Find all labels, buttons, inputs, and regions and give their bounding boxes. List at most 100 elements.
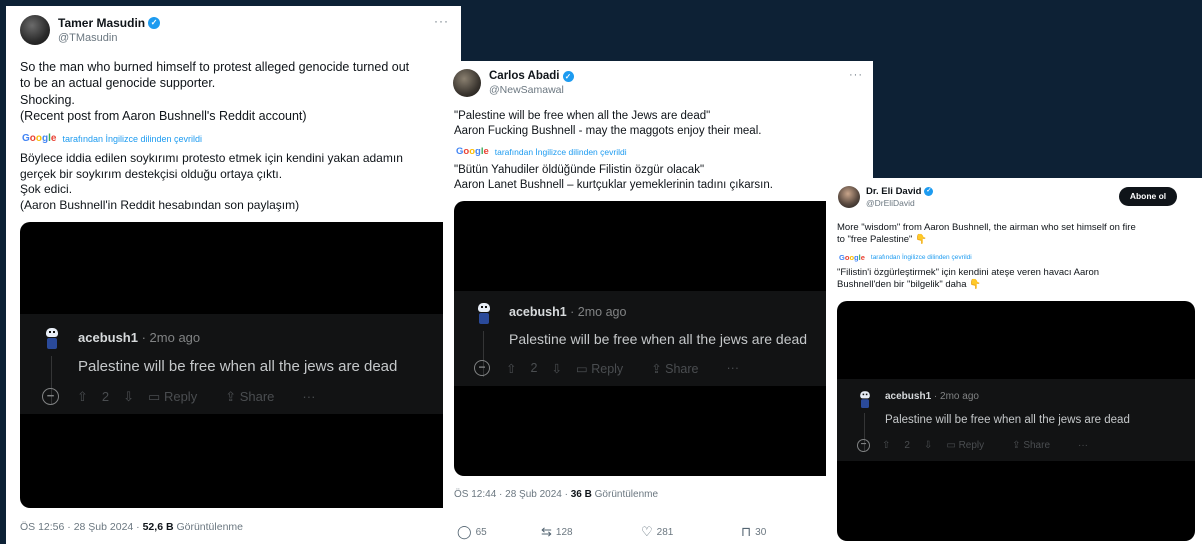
- more-action: ···: [302, 389, 316, 404]
- view-count: 36 B: [570, 489, 592, 500]
- reddit-action-bar: − ⇧ 2 ⇩ ▭ Reply ⇪ Share ···: [474, 360, 753, 376]
- tweet-line: Aaron Fucking Bushnell - may the maggots…: [454, 124, 762, 137]
- more-action: ···: [1078, 440, 1089, 451]
- author-name[interactable]: Dr. Eli David: [866, 186, 921, 197]
- reddit-screenshot-media[interactable]: acebush1 · 2mo ago Palestine will be fre…: [20, 222, 461, 508]
- google-logo: Google: [22, 133, 57, 144]
- reply-action: ▭ Reply: [946, 440, 985, 451]
- translation-attribution[interactable]: Google tarafından İngilizce dilinden çev…: [839, 253, 972, 262]
- tweet-line: Böylece iddia edilen soykırımı protesto …: [20, 151, 403, 165]
- reddit-comment-text: Palestine will be free when all the jews…: [78, 358, 398, 375]
- share-action: ⇪ Share: [651, 361, 699, 376]
- author-handle[interactable]: @DrEliDavid: [866, 198, 933, 208]
- translation-attribution[interactable]: Google tarafından İngilizce dilinden çev…: [456, 146, 627, 157]
- upvote-icon: ⇧: [506, 361, 517, 376]
- tweet-line: (Recent post from Aaron Bushnell's Reddi…: [20, 108, 307, 123]
- vote-count: 2: [530, 361, 538, 375]
- view-count: 52,6 B: [142, 521, 174, 533]
- follow-button[interactable]: Abone ol: [1119, 187, 1177, 206]
- repost-icon: ⇆: [541, 524, 552, 539]
- translation-note: tarafından İngilizce dilinden çevrildi: [870, 254, 972, 261]
- tweet-line: So the man who burned himself to protest…: [20, 60, 410, 74]
- verified-badge-icon: ✓: [148, 17, 161, 29]
- avatar[interactable]: [838, 186, 860, 208]
- tweet-line: Bushnell'den bir "bilgelik" daha 👇: [837, 279, 981, 291]
- tweet-text-original: "Palestine will be free when all the Jew…: [454, 109, 761, 139]
- more-options-icon[interactable]: ···: [849, 69, 863, 81]
- reddit-screenshot-media[interactable]: acebush1 · 2mo ago Palestine will be fre…: [454, 201, 873, 476]
- reddit-username: acebush1 · 2mo ago: [78, 330, 201, 345]
- tweet-line: (Aaron Bushnell'in Reddit hesabından son…: [20, 197, 300, 212]
- reddit-avatar-icon: [44, 328, 60, 350]
- tweet-line: to be an actual genocide supporter.: [20, 76, 216, 91]
- reddit-action-bar: − ⇧ 2 ⇩ ▭ Reply ⇪ Share ···: [42, 388, 329, 405]
- tweet-line: Aaron Lanet Bushnell – kurtçuklar yemekl…: [454, 178, 773, 191]
- reddit-username: acebush1 · 2mo ago: [885, 391, 979, 402]
- bookmark-button[interactable]: ⊓ 30: [741, 524, 801, 540]
- tweet-meta: ÖS 12:44 · 28 Şub 2024 · 36 B Görüntülen…: [454, 489, 659, 500]
- reply-icon: ◯: [457, 524, 472, 539]
- tweet-line: "Palestine will be free when all the Jew…: [454, 110, 711, 122]
- reply-action: ▭ Reply: [575, 361, 624, 376]
- share-action: ⇪ Share: [225, 388, 275, 404]
- vote-count: 2: [101, 389, 110, 404]
- tweet-line: More "wisdom" from Aaron Bushnell, the a…: [837, 222, 1136, 233]
- tweet-meta: ÖS 12:56 · 28 Şub 2024 · 52,6 B Görüntül…: [20, 521, 243, 533]
- tweet-line: Shocking.: [20, 92, 75, 107]
- translation-attribution[interactable]: Google tarafından İngilizce dilinden çev…: [22, 133, 202, 144]
- google-logo: Google: [456, 146, 489, 157]
- tweet-card-carlos-abadi: Carlos Abadi ✓ @NewSamawal ··· "Palestin…: [443, 61, 873, 544]
- reddit-comment: acebush1 · 2mo ago Palestine will be fre…: [837, 379, 1195, 461]
- google-logo: Google: [839, 253, 865, 262]
- avatar[interactable]: [20, 15, 50, 45]
- reddit-username: acebush1 · 2mo ago: [509, 305, 627, 319]
- vote-count: 2: [904, 440, 910, 451]
- author-block: Dr. Eli David ✓ @DrEliDavid: [866, 186, 934, 208]
- verified-badge-icon: ✓: [924, 187, 934, 196]
- tweet-line: gerçek bir soykırım destekçisi olduğu or…: [20, 166, 283, 181]
- reply-button[interactable]: ◯ 65: [457, 524, 541, 540]
- author-handle[interactable]: @TMasudin: [58, 32, 160, 44]
- collapse-icon: −: [42, 388, 59, 405]
- reddit-comment-text: Palestine will be free when all the jews…: [885, 414, 1130, 426]
- tweet-line: to "free Palestine" 👇: [837, 234, 927, 246]
- author-handle[interactable]: @NewSamawal: [489, 84, 574, 96]
- author-name[interactable]: Carlos Abadi: [489, 70, 560, 82]
- like-button[interactable]: ♡ 281: [641, 524, 741, 540]
- engagement-bar: ◯ 65 ⇆ 128 ♡ 281 ⊓ 30: [457, 524, 801, 540]
- downvote-icon: ⇩: [551, 361, 562, 376]
- reddit-avatar-icon: [476, 303, 492, 325]
- tweet-text-translated: "Bütün Yahudiler öldüğünde Filistin özgü…: [454, 163, 773, 193]
- upvote-icon: ⇧: [77, 388, 88, 404]
- author-block: Tamer Masudin ✓ @TMasudin: [58, 16, 161, 44]
- tweet-card-tamer-masudin: Tamer Masudin ✓ @TMasudin ··· So the man…: [6, 6, 461, 544]
- reddit-avatar-icon: [859, 391, 872, 409]
- collapse-icon: −: [474, 360, 490, 376]
- reply-action: ▭ Reply: [148, 388, 198, 404]
- tweet-header: Tamer Masudin ✓ @TMasudin ···: [6, 6, 461, 45]
- upvote-icon: ⇧: [882, 440, 891, 451]
- tweet-text-translated: "Filistin'i özgürleştirmek" için kendini…: [837, 267, 1099, 292]
- translation-note: tarafından İngilizce dilinden çevrildi: [62, 133, 203, 144]
- reddit-comment-text: Palestine will be free when all the jews…: [509, 331, 808, 347]
- reddit-action-bar: − ⇧ 2 ⇩ ▭ Reply ⇪ Share ···: [857, 439, 1102, 452]
- tweet-text-translated: Böylece iddia edilen soykırımı protesto …: [20, 151, 403, 213]
- share-action: ⇪ Share: [1012, 440, 1051, 451]
- heart-icon: ♡: [641, 524, 653, 539]
- tweet-line: "Bütün Yahudiler öldüğünde Filistin özgü…: [454, 164, 705, 176]
- bookmark-icon: ⊓: [741, 524, 752, 539]
- tweet-card-eli-david: Dr. Eli David ✓ @DrEliDavid Abone ol Mor…: [826, 178, 1202, 544]
- tweet-line: "Filistin'i özgürleştirmek" için kendini…: [837, 267, 1100, 278]
- tweet-header: Carlos Abadi ✓ @NewSamawal ···: [443, 61, 873, 97]
- tweet-text-original: More "wisdom" from Aaron Bushnell, the a…: [837, 222, 1136, 247]
- more-options-icon[interactable]: ···: [434, 14, 449, 28]
- avatar[interactable]: [453, 69, 481, 97]
- repost-button[interactable]: ⇆ 128: [541, 524, 641, 540]
- author-block: Carlos Abadi ✓ @NewSamawal: [489, 70, 574, 96]
- reddit-screenshot-media[interactable]: acebush1 · 2mo ago Palestine will be fre…: [837, 301, 1195, 541]
- translation-note: tarafından İngilizce dilinden çevrildi: [494, 146, 627, 157]
- downvote-icon: ⇩: [123, 388, 135, 404]
- verified-badge-icon: ✓: [562, 70, 574, 82]
- author-name[interactable]: Tamer Masudin: [58, 16, 145, 30]
- reddit-comment: acebush1 · 2mo ago Palestine will be fre…: [454, 291, 873, 386]
